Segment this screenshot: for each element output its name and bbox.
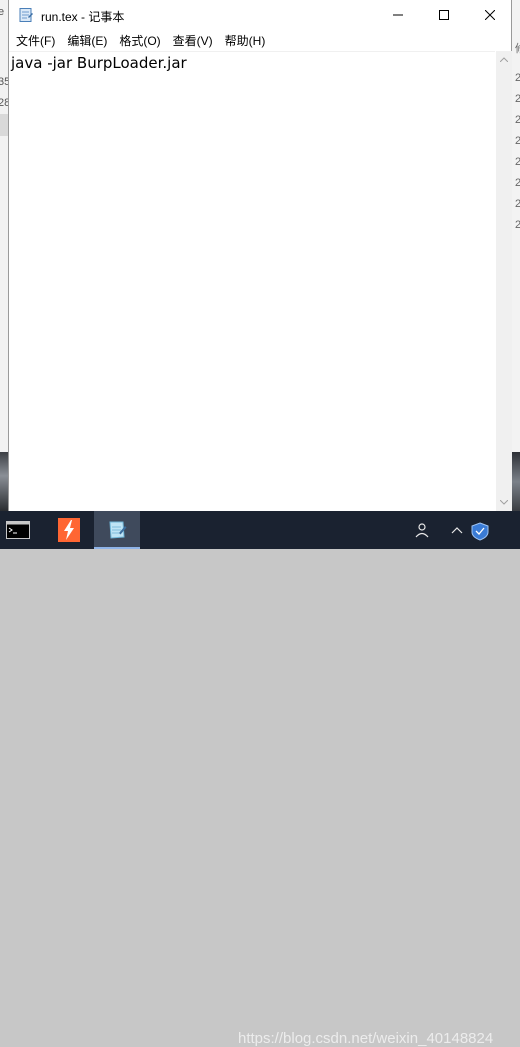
notepad-window: run.tex - 记事本 文件(F) 编辑(E) 格式(O) 查看(V) 帮助… (8, 0, 512, 512)
scroll-up-button[interactable] (496, 51, 512, 68)
editor-content[interactable]: java -jar BurpLoader.jar (11, 54, 187, 72)
window-title: run.tex - 记事本 (41, 10, 125, 24)
maximize-button[interactable] (421, 0, 467, 30)
title-bar[interactable]: run.tex - 记事本 (9, 0, 511, 30)
person-icon[interactable] (415, 523, 429, 538)
chevron-down-icon (500, 500, 508, 505)
chevron-up-icon[interactable] (451, 527, 463, 534)
menu-file[interactable]: 文件(F) (9, 31, 61, 51)
background-text-fragment: 2 (515, 156, 520, 168)
background-window-right: 修 2 2 2 2 2 2 2 2 (512, 0, 520, 511)
menu-help[interactable]: 帮助(H) (219, 31, 272, 51)
taskbar-notepad[interactable] (94, 511, 140, 549)
minimize-button[interactable] (375, 0, 421, 30)
background-text-fragment: 2 (515, 114, 520, 126)
cmd-icon (6, 521, 30, 539)
desktop-wallpaper (512, 452, 520, 511)
text-editor-area[interactable]: java -jar BurpLoader.jar (9, 51, 495, 512)
burp-suite-icon (58, 518, 80, 542)
background-text-fragment: 修 (515, 40, 520, 56)
minimize-icon (393, 14, 403, 16)
background-text-fragment: 2 (515, 198, 520, 210)
shield-icon[interactable] (471, 522, 489, 541)
background-text-fragment: 2 (515, 219, 520, 231)
system-tray (414, 521, 514, 541)
taskbar: https://blog.csdn.net/weixin_40148824 (0, 511, 520, 1047)
background-text-fragment: 2 (515, 135, 520, 147)
chevron-up-icon (500, 57, 508, 62)
background-text-fragment: 2 (515, 72, 520, 84)
background-text-fragment: e (0, 6, 5, 18)
watermark-url: https://blog.csdn.net/weixin_40148824 (238, 1030, 494, 1047)
taskbar-burp-suite[interactable] (46, 511, 92, 549)
background-text-fragment: 2 (515, 93, 520, 105)
vertical-scrollbar[interactable] (496, 51, 512, 511)
background-text-fragment: 2 (515, 177, 520, 189)
notepad-icon (18, 7, 34, 23)
scroll-down-button[interactable] (496, 494, 512, 511)
notepad-icon (109, 521, 127, 539)
maximize-icon (439, 10, 449, 20)
menu-bar: 文件(F) 编辑(E) 格式(O) 查看(V) 帮助(H) (9, 30, 511, 51)
menu-edit[interactable]: 编辑(E) (61, 31, 113, 51)
close-icon (485, 10, 495, 20)
close-button[interactable] (467, 0, 513, 30)
menu-format[interactable]: 格式(O) (113, 31, 166, 51)
taskbar-cmd[interactable] (0, 511, 40, 549)
menu-view[interactable]: 查看(V) (167, 31, 219, 51)
